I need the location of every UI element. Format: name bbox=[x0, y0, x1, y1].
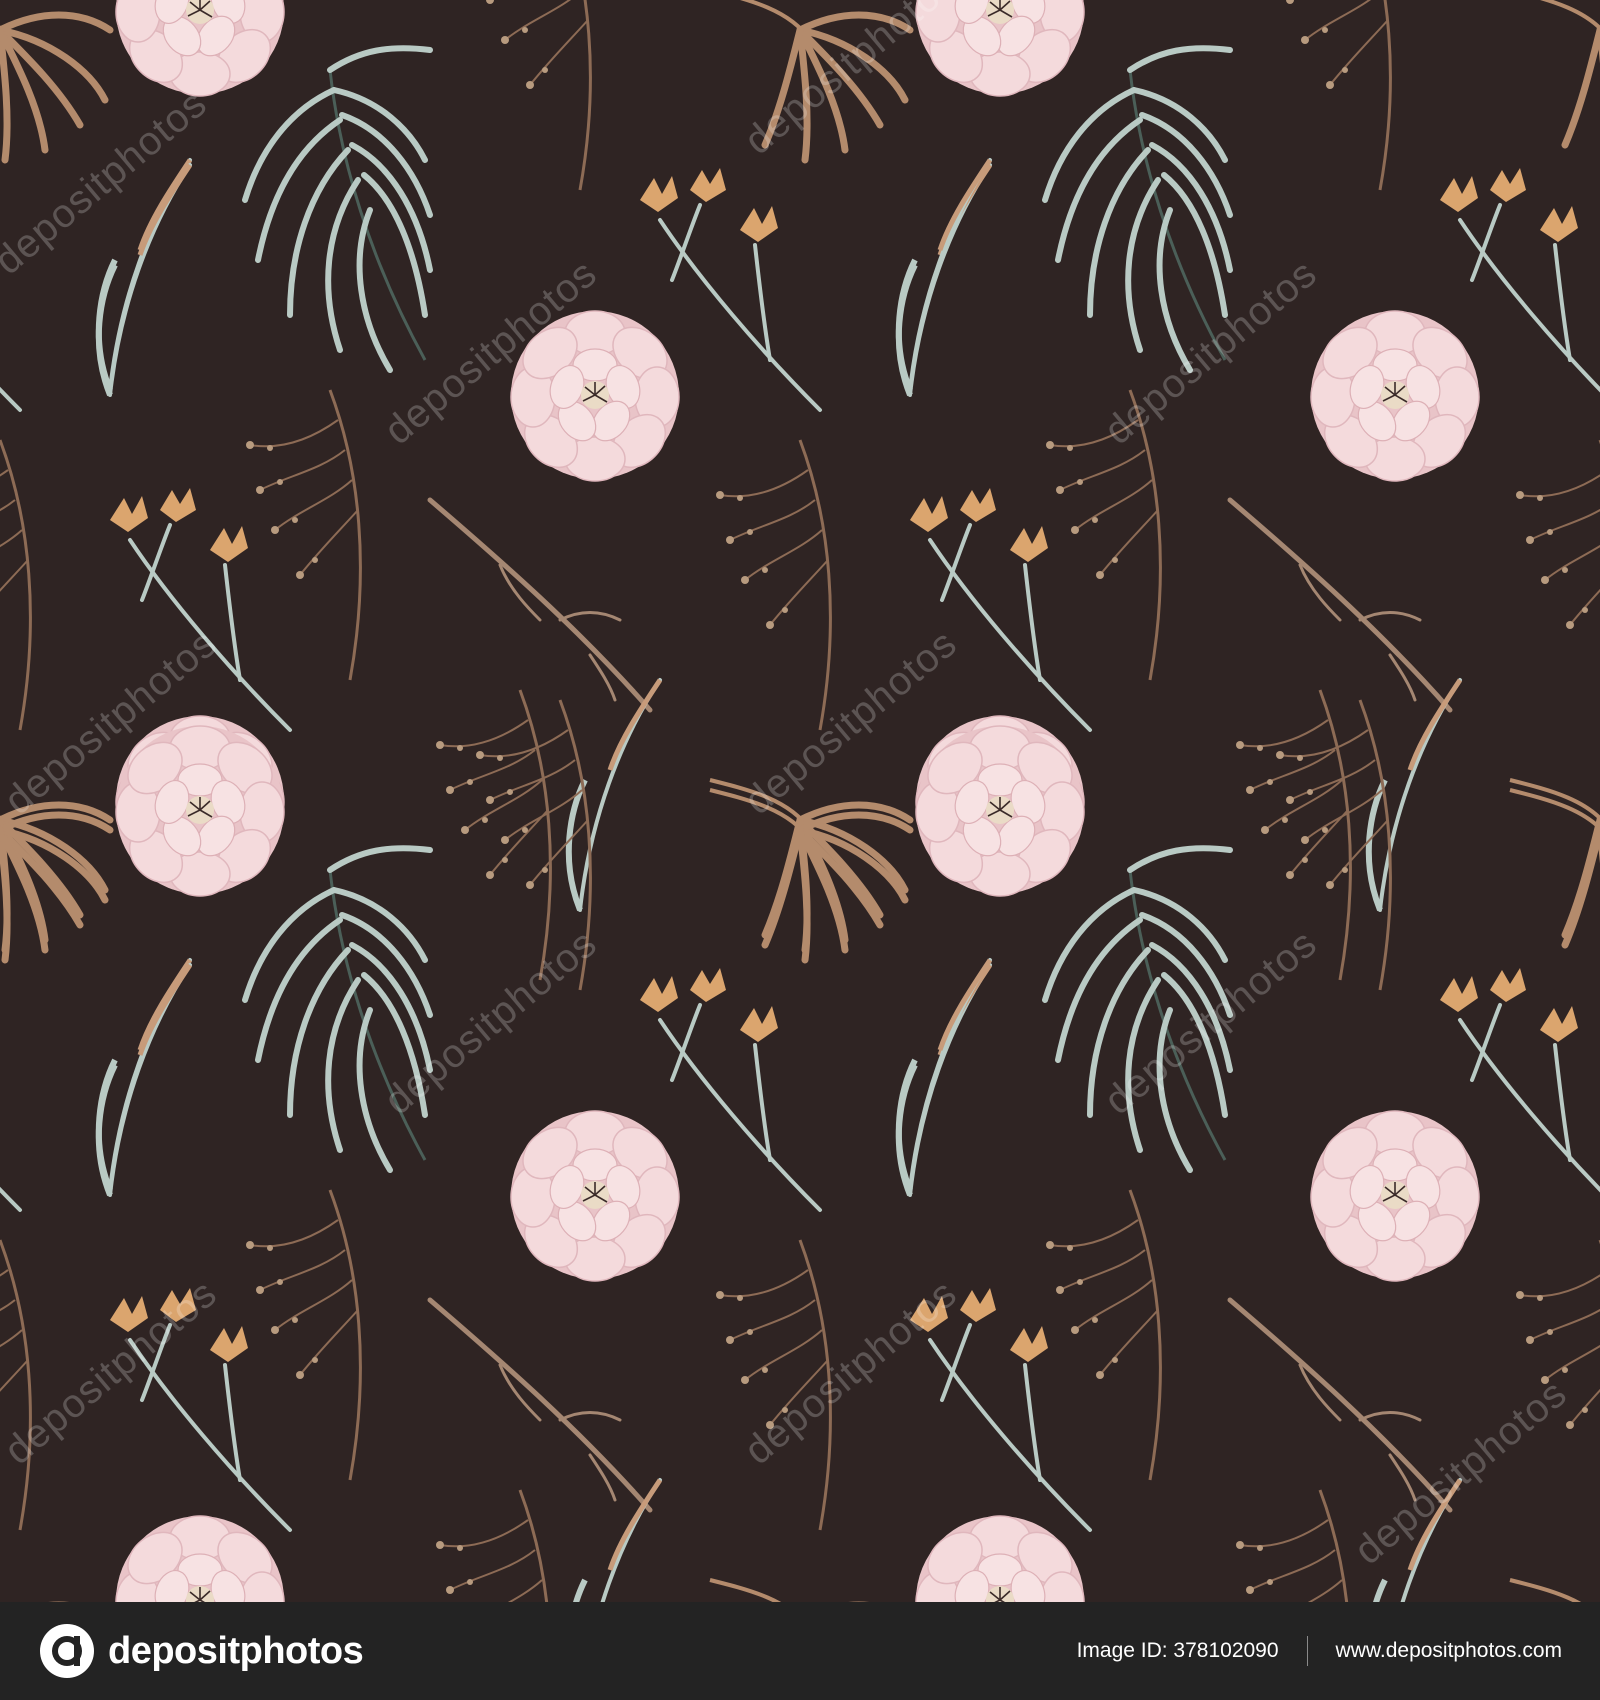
depositphotos-logo-icon bbox=[40, 1624, 94, 1678]
brand-name: depositphotos bbox=[108, 1629, 364, 1672]
floral-pattern-background: depositphotos depositphotos depositphoto… bbox=[0, 0, 1600, 1602]
footer-divider bbox=[1306, 1636, 1308, 1666]
floral-pattern-svg bbox=[0, 0, 1600, 1602]
website-link[interactable]: www.depositphotos.com bbox=[1336, 1639, 1562, 1663]
brand-logo-group[interactable]: depositphotos bbox=[38, 1622, 364, 1680]
footer-info: Image ID: 378102090 www.depositphotos.co… bbox=[1077, 1636, 1562, 1666]
footer-bar: depositphotos Image ID: 378102090 www.de… bbox=[0, 1602, 1600, 1700]
image-id-label: Image ID: 378102090 bbox=[1076, 1639, 1279, 1662]
